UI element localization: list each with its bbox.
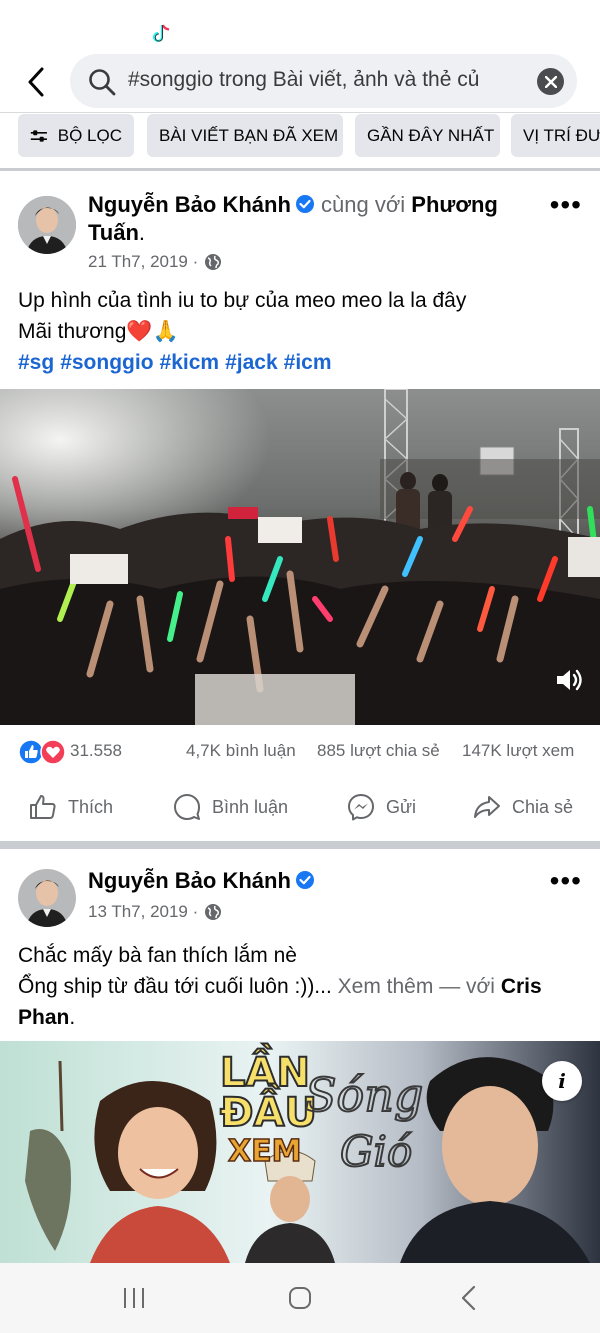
post-author-line: Nguyễn Bảo Khánh bbox=[88, 867, 528, 895]
filter-chips: BỘ LỌC BÀI VIẾT BẠN ĐÃ XEM GẦN ĐÂY NHẤT … bbox=[0, 114, 600, 160]
back-button[interactable] bbox=[18, 62, 54, 102]
filter-chip-location[interactable]: VỊ TRÍ ĐƯỢ bbox=[511, 114, 600, 157]
post-text-line-2: Ổng ship từ đầu tới cuối luôn :))... Xem… bbox=[18, 975, 542, 1029]
post-text-line: Up hình của tình iu to bự của meo meo la… bbox=[18, 289, 467, 312]
more-options-button[interactable]: ••• bbox=[550, 865, 582, 897]
thumbnail-image: LẦN ĐẦU XEM Sóng Gió bbox=[0, 1041, 600, 1263]
avatar[interactable] bbox=[18, 196, 76, 254]
love-reaction-icon bbox=[40, 739, 66, 765]
thumbnail-title-line3: XEM bbox=[228, 1134, 301, 1169]
home-icon[interactable] bbox=[287, 1285, 313, 1311]
send-label: Gửi bbox=[386, 796, 417, 817]
messenger-icon bbox=[348, 794, 374, 821]
post-video[interactable] bbox=[0, 389, 600, 725]
thumbnail-title-line2: ĐẦU bbox=[220, 1082, 317, 1136]
post-meta: 13 Th7, 2019 · bbox=[88, 902, 222, 922]
search-icon bbox=[89, 69, 116, 96]
system-nav-bar bbox=[0, 1263, 600, 1333]
post-text-line: Chắc mấy bà fan thích lắm nè bbox=[18, 944, 297, 967]
thumbnail-title-line1: LẦN bbox=[220, 1042, 310, 1096]
search-input[interactable]: #songgio trong Bài viết, ảnh và thẻ củ bbox=[70, 54, 577, 108]
back-nav-icon[interactable] bbox=[458, 1285, 480, 1311]
post-card: Nguyễn Bảo Khánh cùng với Phương Tuấn. •… bbox=[0, 171, 600, 841]
reaction-icons[interactable] bbox=[18, 739, 66, 765]
more-options-button[interactable]: ••• bbox=[550, 189, 582, 221]
hashtag-link[interactable]: #kicm bbox=[160, 351, 220, 374]
post-text: Up hình của tình iu to bự của meo meo la… bbox=[18, 285, 588, 378]
filter-chip-filters[interactable]: BỘ LỌC bbox=[18, 114, 134, 157]
hashtag-link[interactable]: #icm bbox=[284, 351, 332, 374]
see-more-link[interactable]: Xem thêm bbox=[338, 975, 434, 998]
with-text: — với bbox=[439, 975, 495, 998]
with-text: cùng với bbox=[321, 192, 406, 217]
like-label: Thích bbox=[68, 796, 114, 817]
post-author-line: Nguyễn Bảo Khánh cùng với Phương Tuấn. bbox=[88, 192, 498, 245]
filter-chip-recent[interactable]: GẦN ĐÂY NHẤT bbox=[355, 114, 500, 157]
like-button[interactable]: Thích bbox=[28, 779, 113, 835]
comment-icon bbox=[174, 794, 200, 820]
post-actions: Thích Bình luận Gửi Chia sẻ bbox=[0, 779, 600, 835]
reaction-count[interactable]: 31.558 bbox=[70, 741, 122, 761]
thumbs-up-icon bbox=[30, 795, 56, 819]
volume-icon[interactable] bbox=[554, 665, 584, 695]
share-icon bbox=[474, 796, 500, 818]
verified-badge-icon bbox=[295, 195, 314, 213]
header-divider bbox=[0, 112, 600, 113]
comment-label: Bình luận bbox=[212, 796, 289, 817]
post-text-line: Ổng ship từ đầu tới cuối luôn :))... bbox=[18, 975, 332, 998]
sliders-icon bbox=[30, 129, 47, 142]
filter-chip-label: BÀI VIẾT BẠN ĐÃ XEM bbox=[159, 125, 339, 145]
post-date[interactable]: 13 Th7, 2019 · bbox=[88, 902, 198, 922]
filter-chip-label: VỊ TRÍ ĐƯỢ bbox=[523, 125, 600, 145]
verified-badge-icon bbox=[295, 871, 314, 889]
avatar-image bbox=[18, 196, 76, 254]
concert-video-frame bbox=[0, 389, 600, 725]
author-name[interactable]: Nguyễn Bảo Khánh bbox=[88, 192, 291, 217]
close-icon bbox=[544, 75, 557, 88]
share-count[interactable]: 885 lượt chia sẻ bbox=[317, 741, 440, 761]
hashtag-link[interactable]: #sg bbox=[18, 351, 54, 374]
comment-button[interactable]: Bình luận bbox=[172, 779, 288, 835]
hashtag-link[interactable]: #jack bbox=[225, 351, 278, 374]
recent-apps-icon[interactable] bbox=[121, 1285, 147, 1311]
post-text-line: Mãi thương❤️🙏 bbox=[18, 320, 179, 343]
post-card: Nguyễn Bảo Khánh ••• 13 Th7, 2019 · Chắc… bbox=[0, 849, 600, 1263]
author-name[interactable]: Nguyễn Bảo Khánh bbox=[88, 868, 291, 893]
filter-chip-seen[interactable]: BÀI VIẾT BẠN ĐÃ XEM bbox=[147, 114, 343, 157]
avatar-image bbox=[18, 869, 76, 927]
thumbnail-script-line1: Sóng bbox=[305, 1068, 423, 1122]
tiktok-icon bbox=[152, 24, 170, 43]
hashtag-link[interactable]: #songgio bbox=[60, 351, 153, 374]
filter-chip-label: GẦN ĐÂY NHẤT bbox=[367, 125, 495, 145]
post-stats: 31.558 4,7K bình luận 885 lượt chia sẻ 1… bbox=[0, 737, 600, 767]
post-text: Chắc mấy bà fan thích lắm nè Ổng ship từ… bbox=[18, 940, 588, 1033]
post-date[interactable]: 21 Th7, 2019 · bbox=[88, 252, 198, 272]
clear-search-button[interactable] bbox=[537, 68, 564, 95]
search-query[interactable]: #songgio trong Bài viết, ảnh và thẻ củ bbox=[128, 68, 528, 92]
send-button[interactable]: Gửi bbox=[346, 779, 416, 835]
avatar[interactable] bbox=[18, 869, 76, 927]
info-button[interactable]: i bbox=[542, 1061, 582, 1101]
hashtags: #sg #songgio #kicm #jack #icm bbox=[18, 347, 588, 378]
share-button[interactable]: Chia sẻ bbox=[472, 779, 573, 835]
share-label: Chia sẻ bbox=[512, 796, 574, 817]
post-meta: 21 Th7, 2019 · bbox=[88, 252, 222, 272]
search-header: #songgio trong Bài viết, ảnh và thẻ củ bbox=[0, 52, 600, 112]
view-count[interactable]: 147K lượt xem bbox=[462, 741, 574, 761]
chevron-left-icon bbox=[28, 67, 44, 97]
comment-count[interactable]: 4,7K bình luận bbox=[186, 741, 296, 761]
section-separator bbox=[0, 841, 600, 849]
post-video-thumbnail[interactable]: LẦN ĐẦU XEM Sóng Gió i bbox=[0, 1041, 600, 1263]
filter-chip-label: BỘ LỌC bbox=[57, 125, 122, 145]
status-bar bbox=[0, 0, 600, 52]
thumbnail-script-line2: Gió bbox=[340, 1127, 412, 1176]
globe-icon bbox=[205, 904, 222, 920]
globe-icon bbox=[205, 254, 222, 270]
